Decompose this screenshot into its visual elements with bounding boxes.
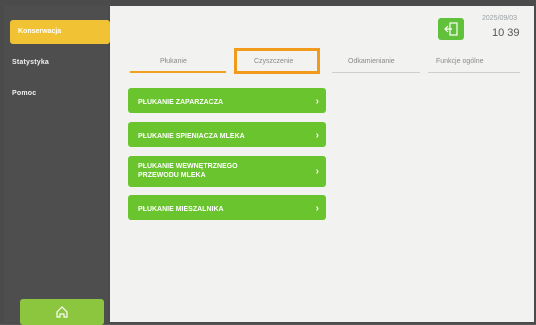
tab-plukanie[interactable]: Płukanie <box>160 58 187 65</box>
button-label: PŁUKANIE WEWNĘTRZNEGO PRZEWODU MLEKA <box>138 163 238 179</box>
sidebar-item-label: Konserwacja <box>18 28 62 35</box>
button-label: PŁUKANIE ZAPARZACZA <box>138 99 224 106</box>
tab-active-underline <box>130 71 226 73</box>
sidebar-item-statystyka[interactable]: Statystyka <box>12 59 49 66</box>
tab-funkcje-ogolne[interactable]: Funkcje ogólne <box>436 58 483 65</box>
button-label: PŁUKANIE MIESZALNIKA <box>138 206 224 213</box>
tab-underline <box>332 72 420 73</box>
chevron-right-icon: › <box>315 166 319 177</box>
plukanie-spieniacza-mleka-button[interactable]: PŁUKANIE SPIENIACZA MLEKA › <box>128 122 326 147</box>
sidebar-item-konserwacja[interactable]: Konserwacja <box>10 20 110 44</box>
time-label: 10 39 <box>492 27 520 39</box>
chevron-right-icon: › <box>315 96 319 107</box>
chevron-right-icon: › <box>315 130 319 141</box>
chevron-right-icon: › <box>315 203 319 214</box>
date-label: 2025/09/03 <box>482 15 518 22</box>
logout-icon <box>444 22 458 36</box>
logout-button[interactable] <box>438 18 464 40</box>
sidebar: Konserwacja Statystyka Pomoc <box>4 6 110 325</box>
plukanie-wewnetrznego-przewodu-mleka-button[interactable]: PŁUKANIE WEWNĘTRZNEGO PRZEWODU MLEKA › <box>128 156 326 187</box>
tab-underline <box>428 72 520 73</box>
button-label: PŁUKANIE SPIENIACZA MLEKA <box>138 133 245 140</box>
plukanie-mieszalnika-button[interactable]: PŁUKANIE MIESZALNIKA › <box>128 195 326 220</box>
tab-odkamienianie[interactable]: Odkamienianie <box>348 58 395 65</box>
home-button[interactable] <box>20 299 104 325</box>
home-icon <box>56 306 68 318</box>
sidebar-item-pomoc[interactable]: Pomoc <box>12 90 36 97</box>
highlight-box <box>234 48 320 74</box>
plukanie-zaparzacza-button[interactable]: PŁUKANIE ZAPARZACZA › <box>128 88 326 113</box>
